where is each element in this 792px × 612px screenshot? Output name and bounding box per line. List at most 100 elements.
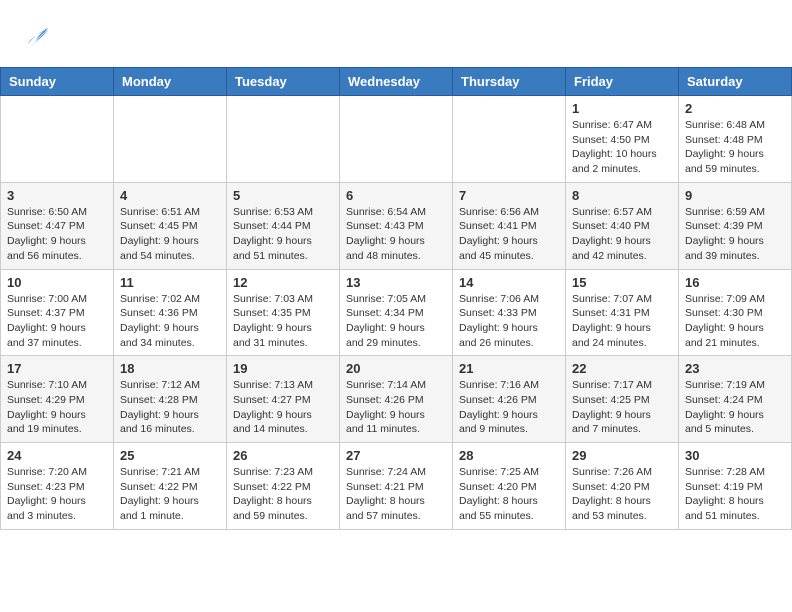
day-number: 21 — [459, 361, 559, 376]
weekday-header-friday: Friday — [566, 68, 679, 96]
day-number: 25 — [120, 448, 220, 463]
calendar-day: 3Sunrise: 6:50 AM Sunset: 4:47 PM Daylig… — [1, 182, 114, 269]
day-number: 15 — [572, 275, 672, 290]
weekday-header-wednesday: Wednesday — [340, 68, 453, 96]
day-info: Sunrise: 7:26 AM Sunset: 4:20 PM Dayligh… — [572, 465, 672, 524]
day-number: 7 — [459, 188, 559, 203]
day-info: Sunrise: 7:00 AM Sunset: 4:37 PM Dayligh… — [7, 292, 107, 351]
weekday-header-sunday: Sunday — [1, 68, 114, 96]
day-number: 30 — [685, 448, 785, 463]
calendar-day: 5 Sunrise: 6:53 AM Sunset: 4:44 PM Daylig… — [227, 182, 340, 269]
calendar-day: 17 Sunrise: 7:10 AM Sunset: 4:29 PM Dayli… — [1, 356, 114, 443]
day-info: Sunrise: 7:19 AM Sunset: 4:24 PM Dayligh… — [685, 378, 785, 437]
logo-bird-icon — [20, 20, 52, 52]
calendar-week-row: 10 Sunrise: 7:00 AM Sunset: 4:37 PM Dayli… — [1, 269, 792, 356]
day-info: Sunrise: 7:14 AM Sunset: 4:26 PM Dayligh… — [346, 378, 446, 437]
day-info: Sunrise: 7:17 AM Sunset: 4:25 PM Dayligh… — [572, 378, 672, 437]
calendar-day — [453, 96, 566, 183]
calendar-day: 7Sunrise: 6:56 AM Sunset: 4:41 PM Daylig… — [453, 182, 566, 269]
day-number: 6 — [346, 188, 446, 203]
calendar-day: 25Sunrise: 7:21 AM Sunset: 4:22 PM Dayli… — [114, 443, 227, 530]
calendar-day: 23 Sunrise: 7:19 AM Sunset: 4:24 PM Dayli… — [679, 356, 792, 443]
day-number: 19 — [233, 361, 333, 376]
weekday-header-thursday: Thursday — [453, 68, 566, 96]
day-number: 13 — [346, 275, 446, 290]
day-number: 8 — [572, 188, 672, 203]
day-number: 16 — [685, 275, 785, 290]
day-info: Sunrise: 7:02 AM Sunset: 4:36 PM Dayligh… — [120, 292, 220, 351]
day-number: 10 — [7, 275, 107, 290]
calendar-day: 16Sunrise: 7:09 AM Sunset: 4:30 PM Dayli… — [679, 269, 792, 356]
day-info: Sunrise: 7:16 AM Sunset: 4:26 PM Dayligh… — [459, 378, 559, 437]
weekday-header-monday: Monday — [114, 68, 227, 96]
day-info: Sunrise: 6:53 AM Sunset: 4:44 PM Dayligh… — [233, 205, 333, 264]
calendar-day — [340, 96, 453, 183]
day-number: 26 — [233, 448, 333, 463]
day-info: Sunrise: 7:03 AM Sunset: 4:35 PM Dayligh… — [233, 292, 333, 351]
day-number: 2 — [685, 101, 785, 116]
day-info: Sunrise: 7:05 AM Sunset: 4:34 PM Dayligh… — [346, 292, 446, 351]
day-number: 28 — [459, 448, 559, 463]
calendar-day: 4 Sunrise: 6:51 AM Sunset: 4:45 PM Daylig… — [114, 182, 227, 269]
calendar-day — [1, 96, 114, 183]
day-info: Sunrise: 7:20 AM Sunset: 4:23 PM Dayligh… — [7, 465, 107, 524]
day-number: 24 — [7, 448, 107, 463]
calendar-day: 18 Sunrise: 7:12 AM Sunset: 4:28 PM Dayli… — [114, 356, 227, 443]
day-number: 14 — [459, 275, 559, 290]
calendar-day: 1Sunrise: 6:47 AM Sunset: 4:50 PM Daylig… — [566, 96, 679, 183]
calendar-day: 29Sunrise: 7:26 AM Sunset: 4:20 PM Dayli… — [566, 443, 679, 530]
calendar-day: 30 Sunrise: 7:28 AM Sunset: 4:19 PM Dayli… — [679, 443, 792, 530]
day-number: 4 — [120, 188, 220, 203]
calendar-day: 28 Sunrise: 7:25 AM Sunset: 4:20 PM Dayli… — [453, 443, 566, 530]
calendar-week-row: 24 Sunrise: 7:20 AM Sunset: 4:23 PM Dayli… — [1, 443, 792, 530]
day-info: Sunrise: 7:23 AM Sunset: 4:22 PM Dayligh… — [233, 465, 333, 524]
calendar-day: 6 Sunrise: 6:54 AM Sunset: 4:43 PM Daylig… — [340, 182, 453, 269]
day-number: 12 — [233, 275, 333, 290]
calendar-day: 12 Sunrise: 7:03 AM Sunset: 4:35 PM Dayli… — [227, 269, 340, 356]
day-number: 9 — [685, 188, 785, 203]
logo — [20, 20, 52, 52]
day-info: Sunrise: 7:07 AM Sunset: 4:31 PM Dayligh… — [572, 292, 672, 351]
calendar-week-row: 1Sunrise: 6:47 AM Sunset: 4:50 PM Daylig… — [1, 96, 792, 183]
day-number: 5 — [233, 188, 333, 203]
calendar-day: 19 Sunrise: 7:13 AM Sunset: 4:27 PM Dayli… — [227, 356, 340, 443]
calendar-day: 10 Sunrise: 7:00 AM Sunset: 4:37 PM Dayli… — [1, 269, 114, 356]
day-number: 22 — [572, 361, 672, 376]
day-info: Sunrise: 6:59 AM Sunset: 4:39 PM Dayligh… — [685, 205, 785, 264]
day-number: 18 — [120, 361, 220, 376]
calendar-day: 2Sunrise: 6:48 AM Sunset: 4:48 PM Daylig… — [679, 96, 792, 183]
calendar-header-row: SundayMondayTuesdayWednesdayThursdayFrid… — [1, 68, 792, 96]
calendar-day: 22 Sunrise: 7:17 AM Sunset: 4:25 PM Dayli… — [566, 356, 679, 443]
day-number: 20 — [346, 361, 446, 376]
calendar-table: SundayMondayTuesdayWednesdayThursdayFrid… — [0, 67, 792, 530]
calendar-day: 14 Sunrise: 7:06 AM Sunset: 4:33 PM Dayli… — [453, 269, 566, 356]
day-info: Sunrise: 6:51 AM Sunset: 4:45 PM Dayligh… — [120, 205, 220, 264]
calendar-week-row: 17 Sunrise: 7:10 AM Sunset: 4:29 PM Dayli… — [1, 356, 792, 443]
weekday-header-saturday: Saturday — [679, 68, 792, 96]
day-info: Sunrise: 7:10 AM Sunset: 4:29 PM Dayligh… — [7, 378, 107, 437]
calendar-day: 27Sunrise: 7:24 AM Sunset: 4:21 PM Dayli… — [340, 443, 453, 530]
day-info: Sunrise: 7:06 AM Sunset: 4:33 PM Dayligh… — [459, 292, 559, 351]
day-number: 27 — [346, 448, 446, 463]
calendar-day: 13 Sunrise: 7:05 AM Sunset: 4:34 PM Dayli… — [340, 269, 453, 356]
day-number: 23 — [685, 361, 785, 376]
day-info: Sunrise: 6:57 AM Sunset: 4:40 PM Dayligh… — [572, 205, 672, 264]
day-number: 1 — [572, 101, 672, 116]
day-number: 17 — [7, 361, 107, 376]
day-number: 11 — [120, 275, 220, 290]
calendar-day: 24 Sunrise: 7:20 AM Sunset: 4:23 PM Dayli… — [1, 443, 114, 530]
day-info: Sunrise: 7:25 AM Sunset: 4:20 PM Dayligh… — [459, 465, 559, 524]
page-header — [0, 0, 792, 57]
weekday-header-tuesday: Tuesday — [227, 68, 340, 96]
calendar-day: 15 Sunrise: 7:07 AM Sunset: 4:31 PM Dayli… — [566, 269, 679, 356]
day-info: Sunrise: 6:54 AM Sunset: 4:43 PM Dayligh… — [346, 205, 446, 264]
calendar-day — [114, 96, 227, 183]
day-info: Sunrise: 7:28 AM Sunset: 4:19 PM Dayligh… — [685, 465, 785, 524]
calendar-week-row: 3Sunrise: 6:50 AM Sunset: 4:47 PM Daylig… — [1, 182, 792, 269]
calendar-day: 20 Sunrise: 7:14 AM Sunset: 4:26 PM Dayli… — [340, 356, 453, 443]
day-number: 3 — [7, 188, 107, 203]
day-info: Sunrise: 7:13 AM Sunset: 4:27 PM Dayligh… — [233, 378, 333, 437]
calendar-day: 9 Sunrise: 6:59 AM Sunset: 4:39 PM Daylig… — [679, 182, 792, 269]
day-info: Sunrise: 7:12 AM Sunset: 4:28 PM Dayligh… — [120, 378, 220, 437]
calendar-day: 21 Sunrise: 7:16 AM Sunset: 4:26 PM Dayli… — [453, 356, 566, 443]
